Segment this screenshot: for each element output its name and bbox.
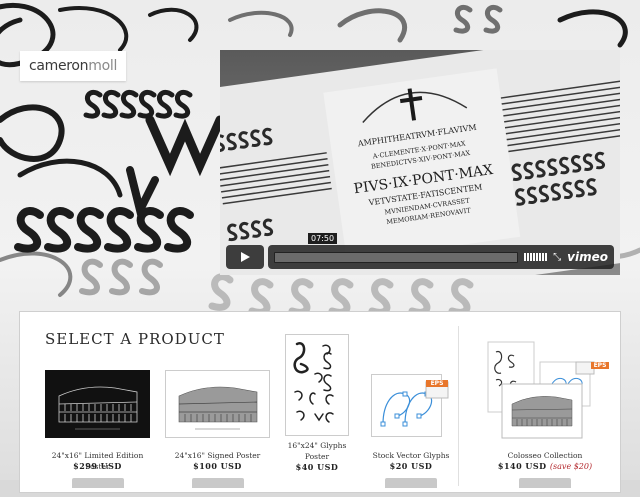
logo-text-cameron: cameron	[28, 58, 89, 74]
video-controls: 07:50 ⤡ vimeo	[226, 233, 614, 269]
logo-text-moll: moll	[88, 58, 118, 74]
product-name: Stock Vector Glyphs	[372, 451, 450, 460]
price-value: $140 USD	[497, 461, 547, 471]
glyphs-poster-image	[285, 334, 349, 436]
product-limited-edition-poster[interactable]: 24"x16" Limited Edition Poster $299 USD	[45, 367, 150, 497]
product-signed-poster[interactable]: 24"x16" Signed Poster $100 USD	[165, 367, 270, 497]
product-name: Colosseo Collection	[507, 451, 583, 460]
video-control-bar: 07:50 ⤡ vimeo	[268, 233, 614, 269]
product-price: $140 USD (save $20)	[475, 461, 615, 471]
product-price: $299 USD	[73, 461, 122, 471]
savings-note: (save $20)	[549, 462, 593, 471]
product-glyphs-poster[interactable]: 16"x24" Glyphs Poster $40 USD	[282, 334, 352, 494]
fullscreen-icon[interactable]: ⤡	[553, 252, 561, 263]
product-colosseo-collection[interactable]: EPS Colosseo Collection $140 USD (save $…	[475, 340, 615, 490]
play-button[interactable]	[226, 245, 264, 269]
product-price: $20 USD	[389, 461, 433, 471]
site-logo[interactable]: cameron moll	[20, 51, 126, 81]
video-frame-image: AMPHITHEATRVM·FLAVIVM A·CLEMENTE·X·PONT·…	[220, 50, 620, 275]
product-price: $100 USD	[193, 461, 242, 471]
video-player[interactable]: AMPHITHEATRVM·FLAVIVM A·CLEMENTE·X·PONT·…	[220, 50, 620, 275]
product-price: $40 USD	[295, 462, 339, 472]
limited-edition-poster-image	[45, 370, 150, 438]
volume-control[interactable]	[524, 253, 548, 261]
video-timestamp: 07:50	[308, 233, 338, 244]
product-panel: SELECT A PRODUCT 24"x16" Limited Edition…	[20, 312, 620, 492]
eps-badge: EPS	[591, 362, 609, 369]
product-name: 16"x24" Glyphs Poster	[287, 441, 347, 461]
panel-divider	[458, 326, 459, 486]
section-title: SELECT A PRODUCT	[45, 330, 225, 348]
play-icon	[241, 252, 250, 262]
video-timeline[interactable]	[274, 251, 519, 263]
product-stock-vector-glyphs[interactable]: EPS Stock Vector Glyphs $20 USD	[365, 374, 457, 494]
vimeo-logo[interactable]: vimeo	[567, 250, 608, 264]
product-name: 24"x16" Signed Poster	[174, 451, 261, 460]
collection-image	[487, 341, 595, 439]
eps-badge: EPS	[426, 380, 448, 387]
signed-poster-image	[165, 370, 270, 438]
